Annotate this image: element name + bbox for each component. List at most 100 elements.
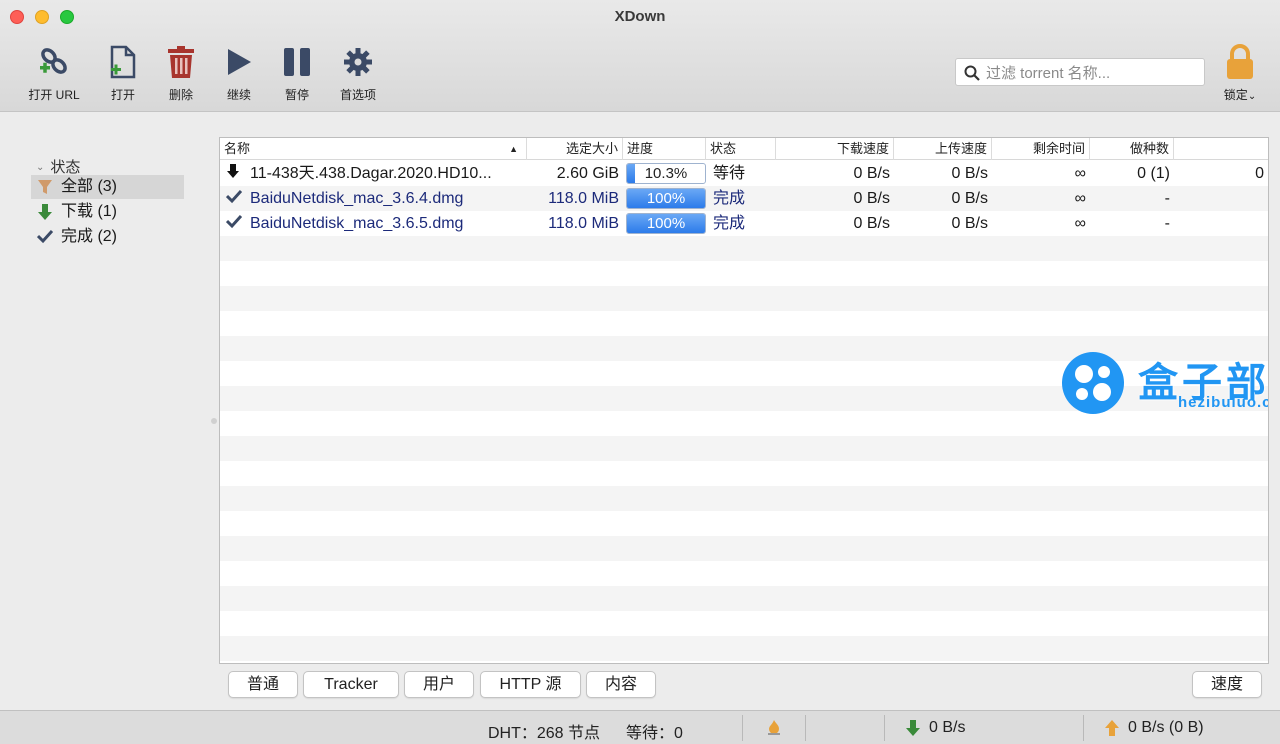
sidebar-item-label: 下载 (1)	[61, 203, 118, 220]
col-eta[interactable]: 剩余时间	[992, 138, 1090, 160]
row-stripe	[220, 336, 1268, 361]
torrent-name: BaiduNetdisk_mac_3.6.5.dmg	[250, 215, 464, 232]
tab-speed[interactable]: 速度	[1192, 671, 1262, 698]
table-body: 11-438天.438.Dagar.2020.HD10... 2.60 GiB 10…	[220, 161, 1268, 663]
tab-peers[interactable]: 用户	[404, 671, 474, 698]
tab-http-sources[interactable]: HTTP 源	[480, 671, 581, 698]
extra-column: 0	[1255, 165, 1264, 182]
chevron-down-icon: ⌄	[36, 162, 45, 173]
link-add-icon	[19, 42, 89, 82]
sidebar-item-completed[interactable]: 完成 (2)	[31, 225, 184, 249]
row-stripe	[220, 411, 1268, 436]
torrent-status: 等待	[713, 165, 746, 182]
search-input[interactable]	[986, 63, 1196, 83]
search-icon	[964, 65, 980, 86]
col-status[interactable]: 状态	[706, 138, 776, 160]
window-title: XDown	[614, 8, 666, 25]
divider	[742, 715, 743, 741]
table-row[interactable]: BaiduNetdisk_mac_3.6.5.dmg 118.0 MiB 100% 完…	[220, 211, 1268, 236]
tab-tracker[interactable]: Tracker	[303, 671, 399, 698]
seeds: -	[1164, 215, 1170, 232]
table-header: 名称 ▲ 选定大小 进度 状态 下载速度 上传速度 剩余时间 做种数	[220, 138, 1268, 160]
col-up-speed[interactable]: 上传速度	[894, 138, 992, 160]
row-stripe	[220, 386, 1268, 411]
eta: ∞	[1074, 215, 1086, 232]
tab-content[interactable]: 内容	[586, 671, 656, 698]
dht-nodes: DHT：268 节点	[488, 725, 601, 742]
sidebar-item-all[interactable]: 全部 (3)	[31, 175, 184, 199]
progress-label: 100%	[646, 215, 686, 232]
lock-icon	[1210, 42, 1270, 82]
torrent-name: 11-438天.438.Dagar.2020.HD10...	[250, 165, 492, 182]
row-stripe	[220, 361, 1268, 386]
title-toolbar: XDown 打开 URL 打开 删除 继续 暂停 首选项 过滤 torrent …	[0, 0, 1280, 112]
row-stripe	[220, 611, 1268, 636]
status-bar: DHT：268 节点 等待：0 0 B/s 0 B/s (0 B)	[0, 710, 1280, 744]
row-stripe	[220, 561, 1268, 586]
row-stripe	[220, 486, 1268, 511]
row-stripe	[220, 636, 1268, 661]
eta: ∞	[1074, 190, 1086, 207]
col-progress[interactable]: 进度	[623, 138, 706, 160]
open-url-label: 打开 URL	[28, 88, 80, 102]
upload-speed: 0 B/s	[951, 215, 988, 232]
sidebar-header-label: 状态	[50, 159, 81, 176]
xdown-window: XDown 打开 URL 打开 删除 继续 暂停 首选项 过滤 torrent …	[0, 0, 1280, 744]
upload-speed: 0 B/s	[951, 190, 988, 207]
table-row[interactable]: 11-438天.438.Dagar.2020.HD10... 2.60 GiB 10…	[220, 161, 1268, 186]
col-name[interactable]: 名称 ▲	[220, 138, 527, 160]
torrent-size: 118.0 MiB	[548, 190, 619, 207]
pause-icon	[262, 42, 332, 82]
tab-general[interactable]: 普通	[228, 671, 298, 698]
col-extra[interactable]	[1174, 138, 1268, 160]
divider	[805, 715, 806, 741]
col-seeds[interactable]: 做种数	[1090, 138, 1174, 160]
progress-bar: 10.3%	[626, 163, 706, 184]
progress-label: 10.3%	[644, 165, 688, 182]
row-stripe	[220, 286, 1268, 311]
pause-label: 暂停	[284, 88, 309, 102]
check-icon	[36, 228, 54, 252]
status-sidebar: ⌄ 状态 全部 (3) 下载 (1) 完成 (2)	[0, 113, 215, 709]
extra-column	[1174, 186, 1268, 211]
upload-speed[interactable]: 0 B/s (0 B)	[1128, 719, 1204, 737]
torrent-filter-search[interactable]	[955, 58, 1205, 86]
table-row[interactable]: BaiduNetdisk_mac_3.6.4.dmg 118.0 MiB 100% 完…	[220, 186, 1268, 211]
row-stripe	[220, 586, 1268, 611]
lock-label: 锁定⌄	[1223, 88, 1257, 102]
row-stripe	[220, 536, 1268, 561]
row-stripe	[220, 311, 1268, 336]
sidebar-header[interactable]: ⌄ 状态	[36, 156, 80, 177]
torrent-table: 名称 ▲ 选定大小 进度 状态 下载速度 上传速度 剩余时间 做种数 11-438…	[219, 137, 1269, 664]
fire-icon[interactable]	[767, 719, 781, 740]
download-speed[interactable]: 0 B/s	[929, 719, 965, 737]
progress-bar: 100%	[626, 188, 706, 209]
preferences-button[interactable]: 首选项	[323, 42, 393, 103]
sidebar-item-downloading[interactable]: 下载 (1)	[31, 200, 184, 224]
sidebar-item-label: 全部 (3)	[61, 178, 118, 195]
torrent-size: 118.0 MiB	[548, 215, 619, 232]
preferences-label: 首选项	[339, 88, 376, 102]
torrent-size: 2.60 GiB	[556, 165, 619, 182]
col-size[interactable]: 选定大小	[527, 138, 623, 160]
progress-label: 100%	[646, 190, 686, 207]
download-arrow-icon	[905, 719, 921, 742]
splitter-handle[interactable]	[211, 418, 217, 424]
row-stripe	[220, 236, 1268, 261]
download-speed: 0 B/s	[853, 190, 890, 207]
extra-column	[1174, 211, 1268, 236]
pause-button[interactable]: 暂停	[262, 42, 332, 103]
col-down-speed[interactable]: 下载速度	[776, 138, 894, 160]
lock-button[interactable]: 锁定⌄	[1210, 42, 1270, 103]
torrent-name: BaiduNetdisk_mac_3.6.4.dmg	[250, 190, 464, 207]
row-stripe	[220, 461, 1268, 486]
download-speed: 0 B/s	[853, 215, 890, 232]
upload-speed: 0 B/s	[951, 165, 988, 182]
gear-icon	[323, 42, 393, 82]
divider	[1083, 715, 1084, 741]
torrent-status: 完成	[713, 190, 746, 207]
download-speed: 0 B/s	[853, 165, 890, 182]
row-stripe	[220, 436, 1268, 461]
open-url-button[interactable]: 打开 URL	[19, 42, 89, 103]
chevron-down-icon: ⌄	[1247, 91, 1257, 102]
